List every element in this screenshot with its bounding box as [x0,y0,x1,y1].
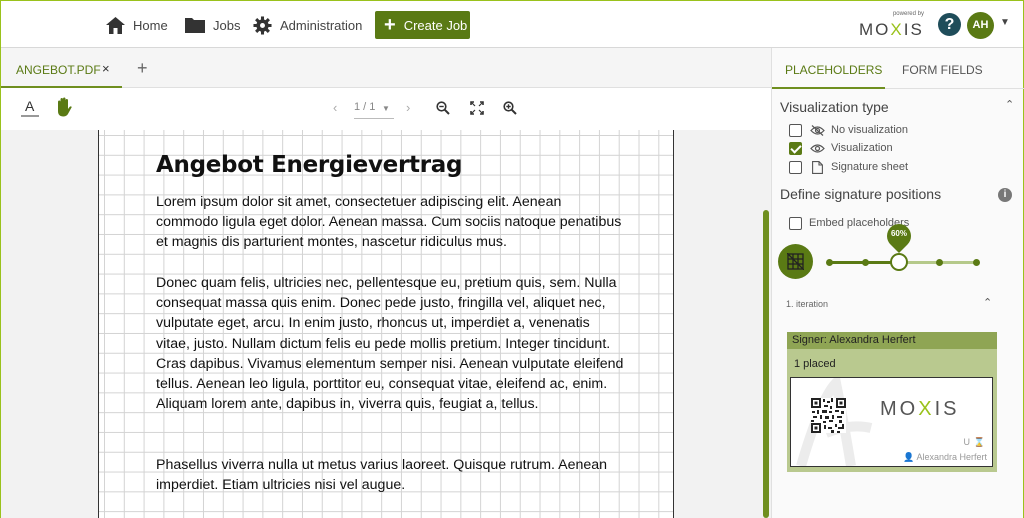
checkbox-checked[interactable] [789,141,802,155]
document-title: Angebot Energievertrag [156,152,463,178]
slider-step[interactable] [973,259,980,266]
document-paragraph: Phasellus viverra nulla ut metus varius … [156,457,608,494]
info-icon[interactable]: i [998,188,1012,202]
grid-toggle-button[interactable] [778,244,813,279]
signer-card[interactable]: Signer: Alexandra Herfert 1 placed MOXIS… [787,332,997,472]
slider-step[interactable] [826,259,833,266]
nav-jobs[interactable]: Jobs [185,13,240,37]
avatar[interactable]: AH [967,12,994,39]
moxis-logo: powered by MOXIS [859,11,927,39]
placed-count: 1 placed [794,358,836,370]
active-tab-indicator [772,87,885,89]
checkbox[interactable] [789,160,802,174]
powered-by-text: powered by [892,11,924,17]
tab-angebot-pdf[interactable]: ANGEBOT.PDF × [1,48,122,88]
visualization-type-heading: Visualization type [780,99,889,115]
grid-size-slider-knob[interactable] [890,253,908,271]
eye-icon [809,143,825,154]
signature-placeholder[interactable]: MOXIS U ⌛ 👤 Alexandra Herfert [790,377,993,467]
document-icon [809,160,825,174]
option-label: Signature sheet [831,161,909,173]
page-dropdown-icon[interactable]: ▼ [382,104,390,113]
signature-logo: MOXIS [880,398,960,420]
home-icon [106,16,125,34]
checkbox[interactable] [789,216,802,230]
plus-icon: + [384,14,396,36]
tab-placeholders[interactable]: PLACEHOLDERS [785,63,882,77]
option-label: No visualization [831,124,909,136]
user-icon: 👤 [903,452,915,462]
gear-icon [253,15,272,35]
create-job-button[interactable]: + Create Job [375,11,470,39]
eye-off-icon [809,124,825,136]
hand-tool-icon[interactable] [55,97,73,117]
document-toolbar: A ‹ 1 / 1 ▼ › [1,88,771,130]
loading-icon: ⌛ [973,437,985,447]
close-icon[interactable]: × [102,61,110,76]
prev-page-icon[interactable]: ‹ [333,100,337,115]
svg-text:A: A [25,98,35,114]
iteration-label: 1. iteration [786,299,829,309]
top-navbar: Home Jobs Administration + Create Job po… [1,1,1023,48]
slider-step[interactable] [936,259,943,266]
help-button[interactable]: ? [938,13,961,36]
grid-off-icon [787,253,804,270]
chevron-down-icon[interactable]: ▼ [1000,17,1010,28]
add-tab-icon[interactable]: + [137,58,148,79]
create-job-label: Create Job [403,17,468,33]
option-visualization[interactable]: Visualization [789,141,893,155]
chevron-up-icon[interactable]: ⌃ [1005,98,1014,111]
document-tabbar: ANGEBOT.PDF × + [1,48,771,88]
logo-text: MOXIS [859,20,924,39]
fit-page-icon[interactable] [470,101,484,115]
nav-administration-label: Administration [280,17,363,33]
option-signature-sheet[interactable]: Signature sheet [789,160,908,174]
next-page-icon[interactable]: › [406,100,410,115]
document-viewer[interactable]: Angebot Energievertrag Lorem ipsum dolor… [1,130,771,518]
tab-label: ANGEBOT.PDF [16,63,101,77]
document-paragraph: Lorem ipsum dolor sit amet, consectetuer… [156,194,622,251]
option-label: Visualization [831,142,893,154]
viewer-scrollbar[interactable] [763,210,769,518]
nav-home-label: Home [133,17,168,33]
nav-administration[interactable]: Administration [253,13,362,37]
zoom-in-icon[interactable] [503,101,517,115]
chevron-up-icon[interactable]: ⌃ [983,296,992,309]
nav-jobs-label: Jobs [213,17,241,33]
signature-u-label: U [963,437,971,447]
nav-home[interactable]: Home [106,13,168,37]
document-page[interactable]: Angebot Energievertrag Lorem ipsum dolor… [98,130,674,518]
checkbox[interactable] [789,123,802,137]
zoom-out-icon[interactable] [436,101,450,115]
slider-step[interactable] [862,259,869,266]
signature-watermark [796,378,873,466]
qr-code-icon [811,398,846,433]
text-tool-icon[interactable]: A [21,98,39,118]
tab-form-fields[interactable]: FORM FIELDS [902,63,983,77]
option-no-visualization[interactable]: No visualization [789,123,908,137]
signer-name: Signer: Alexandra Herfert [787,332,997,349]
signature-name: 👤 Alexandra Herfert [903,452,987,462]
side-panel: PLACEHOLDERS FORM FIELDS Visualization t… [771,48,1024,518]
folder-icon [185,18,205,33]
document-paragraph: Donec quam felis, ultricies nec, pellent… [156,275,624,413]
define-positions-heading: Define signature positions [780,186,942,202]
slider-value-label: 60% [890,229,907,238]
